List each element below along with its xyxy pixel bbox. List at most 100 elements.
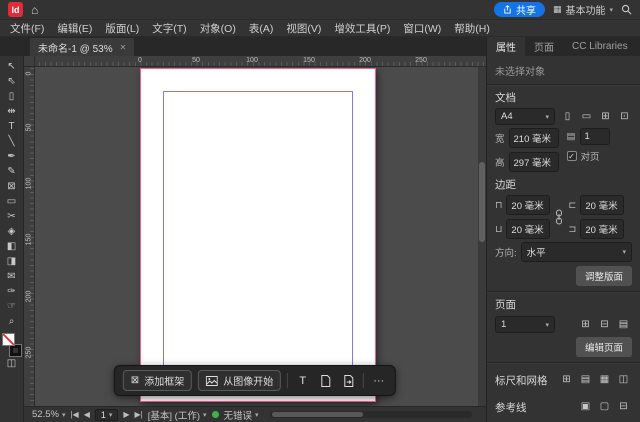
open-document-button[interactable] xyxy=(340,372,357,389)
current-page-value: 1 xyxy=(501,319,507,330)
document-page[interactable] xyxy=(140,68,376,402)
scissors-tool[interactable]: ✂ xyxy=(2,209,22,224)
width-field[interactable]: 210 毫米 xyxy=(508,128,559,148)
hand-tool[interactable]: ☞ xyxy=(2,299,22,314)
menu-edit[interactable]: 编辑(E) xyxy=(57,21,92,36)
zoom-tool[interactable]: ⌕ xyxy=(2,314,22,329)
delete-guides-button[interactable]: ⊟ xyxy=(615,399,632,415)
page-count-field[interactable]: 1 xyxy=(579,128,610,145)
margin-bottom-field[interactable]: 20 毫米 xyxy=(506,219,551,239)
show-rulers-button[interactable]: ⊞ xyxy=(558,372,575,388)
close-icon[interactable]: ✕ xyxy=(120,43,127,52)
first-page-button[interactable]: |◀ xyxy=(70,410,78,419)
note-tool[interactable]: ✉ xyxy=(2,269,22,284)
scrollbar-thumb[interactable] xyxy=(271,412,363,417)
preflight-profile-dropdown[interactable]: [基本] (工作) ▾ xyxy=(148,408,207,422)
rectangle-tool[interactable]: ▭ xyxy=(2,194,22,209)
next-page-button[interactable]: ▶ xyxy=(123,410,129,419)
ruler-number: 100 xyxy=(25,177,33,190)
vertical-ruler[interactable]: 0 50 100 150 200 250 xyxy=(24,56,35,406)
scrollbar-thumb[interactable] xyxy=(479,161,485,242)
adjust-layout-button[interactable]: 调整版面 xyxy=(575,266,632,286)
gradient-feather-tool[interactable]: ◨ xyxy=(2,254,22,269)
add-frame-button[interactable]: ⊠ 添加框架 xyxy=(122,370,193,391)
canvas[interactable]: 0 50 100 150 200 250 0 50 100 150 200 25… xyxy=(24,56,486,406)
menu-plugins[interactable]: 增效工具(P) xyxy=(334,21,390,36)
delete-page-button[interactable]: ⊟ xyxy=(596,317,613,333)
pencil-tool[interactable]: ✎ xyxy=(2,164,22,179)
direct-selection-tool[interactable]: ⇖ xyxy=(2,74,22,89)
menu-table[interactable]: 表(A) xyxy=(249,21,274,36)
current-page-dropdown[interactable]: 1 ▾ xyxy=(495,316,555,333)
gap-tool[interactable]: ⇹ xyxy=(2,104,22,119)
previous-page-button[interactable]: ◀ xyxy=(84,410,90,419)
tab-properties[interactable]: 属性 xyxy=(487,37,525,56)
menu-file[interactable]: 文件(F) xyxy=(10,21,44,36)
last-page-button[interactable]: ▶| xyxy=(135,410,143,419)
menu-view[interactable]: 视图(V) xyxy=(286,21,321,36)
menu-help[interactable]: 帮助(H) xyxy=(454,21,490,36)
rectangle-frame-tool[interactable]: ⊠ xyxy=(2,179,22,194)
page-tool[interactable]: ▯ xyxy=(2,89,22,104)
ruler-origin-corner[interactable] xyxy=(24,56,35,67)
page-size-preset-dropdown[interactable]: A4 ▾ xyxy=(495,108,555,125)
add-page-button[interactable]: ⊞ xyxy=(577,317,594,333)
more-options-button[interactable]: ··· xyxy=(370,372,387,389)
chevron-down-icon: ▾ xyxy=(622,249,626,256)
add-text-button[interactable]: T xyxy=(294,372,311,389)
page-number-dropdown[interactable]: 1 ▾ xyxy=(94,408,119,421)
document-tab[interactable]: 未命名-1 @ 53% ✕ xyxy=(30,38,135,56)
horizontal-scrollbar[interactable] xyxy=(269,411,472,418)
margin-outside-field[interactable]: 20 毫米 xyxy=(580,219,625,239)
portrait-orientation-button[interactable]: ▯ xyxy=(559,109,576,125)
margin-top-field[interactable]: 20 毫米 xyxy=(506,195,551,215)
fill-swatch[interactable] xyxy=(1,333,15,346)
menu-bar: 文件(F) 编辑(E) 版面(L) 文字(T) 对象(O) 表(A) 视图(V)… xyxy=(0,20,640,37)
menu-object[interactable]: 对象(O) xyxy=(200,21,236,36)
tab-cc-libraries[interactable]: CC Libraries xyxy=(563,37,637,56)
direction-dropdown[interactable]: 水平 ▾ xyxy=(520,242,632,262)
gradient-swatch-tool[interactable]: ◧ xyxy=(2,239,22,254)
page-count-icon: ▤ xyxy=(566,131,576,142)
document-grid-button[interactable]: ▦ xyxy=(596,372,613,388)
lock-guides-button[interactable]: ▢ xyxy=(596,399,613,415)
document-options-button[interactable]: ⊡ xyxy=(616,109,633,125)
document-setup-button[interactable]: ⊞ xyxy=(597,109,614,125)
horizontal-ruler[interactable]: 0 50 100 150 200 250 xyxy=(24,56,486,67)
home-icon[interactable]: ⌂ xyxy=(31,4,38,16)
workspace-switcher[interactable]: ▦ 基本功能 ▾ xyxy=(553,2,613,17)
pen-tool[interactable]: ✒ xyxy=(2,149,22,164)
zoom-level-dropdown[interactable]: 52.5% ▾ xyxy=(32,409,65,420)
show-guides-button[interactable]: ▣ xyxy=(577,399,594,415)
menu-window[interactable]: 窗口(W) xyxy=(403,21,441,36)
tab-pages[interactable]: 页面 xyxy=(525,37,563,56)
facing-pages-checkbox[interactable]: ✓ xyxy=(566,151,577,161)
margin-outside-icon: ⊐ xyxy=(568,223,577,235)
eyedropper-tool[interactable]: ✑ xyxy=(2,284,22,299)
share-icon xyxy=(504,5,511,14)
height-field[interactable]: 297 毫米 xyxy=(508,152,559,172)
page-spread-button[interactable]: ▤ xyxy=(615,317,632,333)
menu-type[interactable]: 文字(T) xyxy=(152,21,186,36)
new-document-button[interactable] xyxy=(317,372,334,389)
screen-mode-button[interactable]: ◫ xyxy=(2,356,22,371)
ruler-number: 250 xyxy=(25,346,33,359)
layout-grid-button[interactable]: ◫ xyxy=(615,372,632,388)
link-margins-toggle[interactable] xyxy=(555,209,563,225)
share-button[interactable]: 共享 xyxy=(493,2,545,17)
menu-layout[interactable]: 版面(L) xyxy=(105,21,139,36)
margin-inside-field[interactable]: 20 毫米 xyxy=(580,195,625,215)
landscape-orientation-button[interactable]: ▭ xyxy=(578,109,595,125)
edit-pages-button[interactable]: 编辑页面 xyxy=(575,337,632,357)
selection-tool[interactable]: ↖ xyxy=(2,59,22,74)
fill-stroke-swatches[interactable] xyxy=(1,333,22,357)
search-icon[interactable] xyxy=(621,4,632,15)
stroke-swatch[interactable] xyxy=(8,344,22,357)
start-from-image-button[interactable]: 从图像开始 xyxy=(198,370,282,391)
line-tool[interactable]: ╲ xyxy=(2,134,22,149)
vertical-scrollbar[interactable] xyxy=(478,67,486,406)
type-tool[interactable]: T xyxy=(2,119,22,134)
baseline-grid-button[interactable]: ▤ xyxy=(577,372,594,388)
preflight-status-dropdown[interactable]: 无错误 ▾ xyxy=(224,408,259,422)
free-transform-tool[interactable]: ◈ xyxy=(2,224,22,239)
